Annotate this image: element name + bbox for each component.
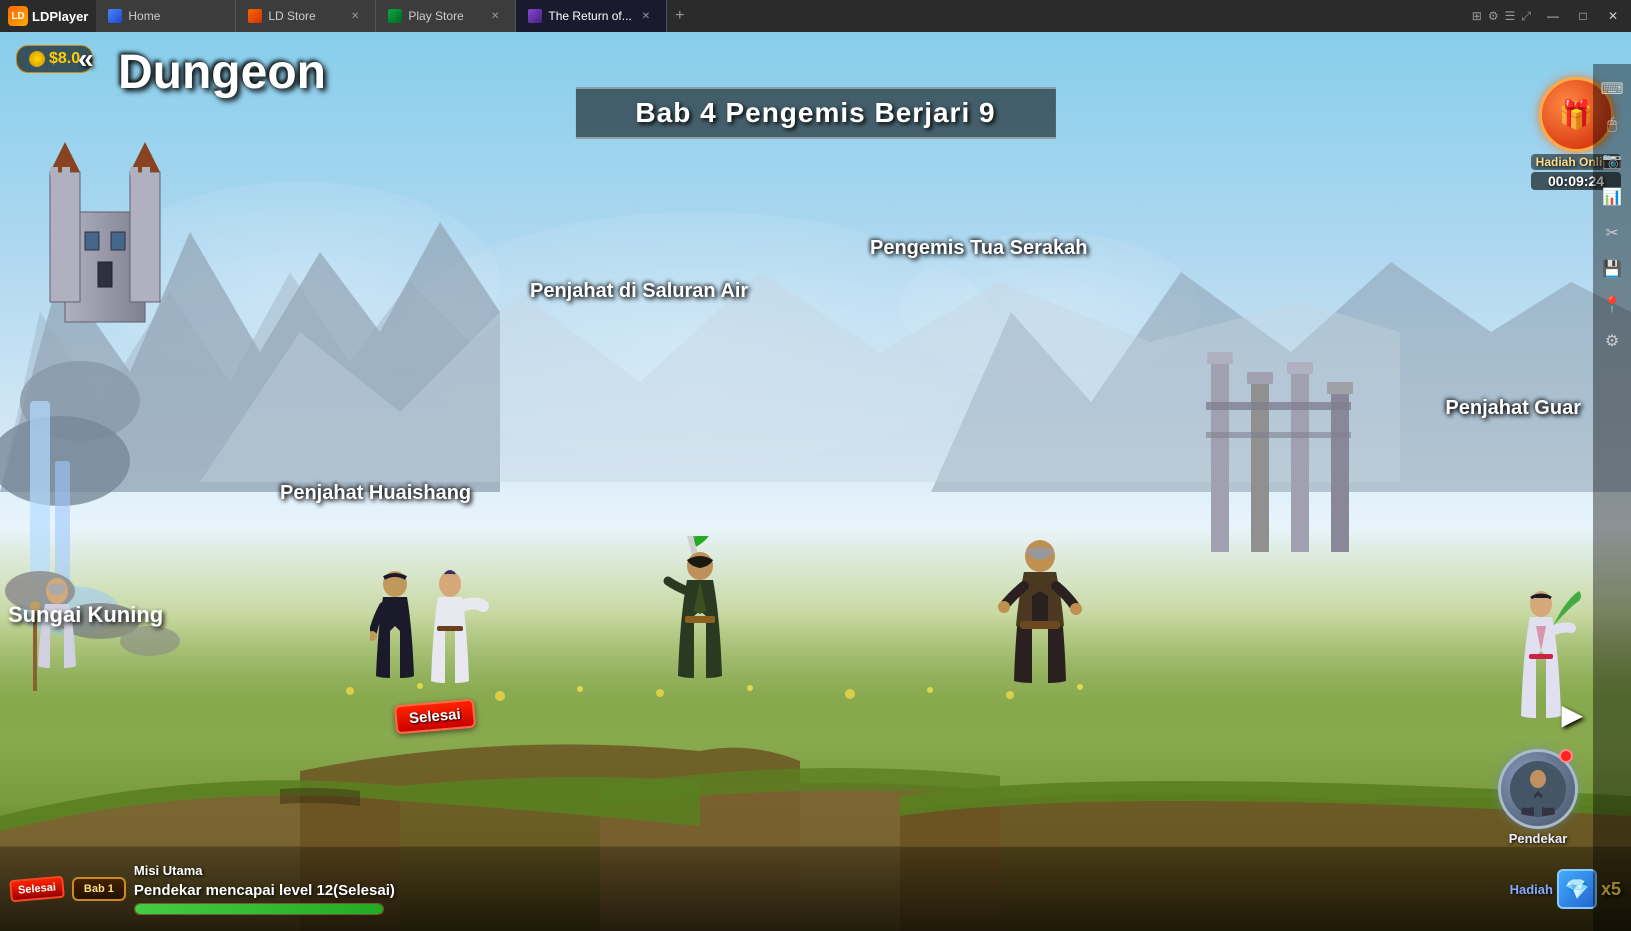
mission-progress-fill <box>135 904 383 914</box>
browser-window: LD LDPlayer Home LD Store ✕ Play Store ✕… <box>0 0 1631 931</box>
minimize-button[interactable]: — <box>1539 5 1567 27</box>
ldplayer-logo[interactable]: LD LDPlayer <box>0 6 96 26</box>
sidebar-icon-chart[interactable]: 📊 <box>1595 180 1629 214</box>
mission-progress-bar <box>134 903 384 915</box>
bab-badge[interactable]: Bab 1 <box>72 877 126 901</box>
tab-bar: Home LD Store ✕ Play Store ✕ The Return … <box>96 0 1463 32</box>
character-villain-saluran <box>650 536 750 711</box>
tab-home-label: Home <box>128 9 160 23</box>
sidebar-icon-mouse[interactable]: 🖱 <box>1595 108 1629 142</box>
new-tab-button[interactable]: + <box>667 0 692 32</box>
tab-game-favicon <box>528 9 542 23</box>
browser-icon-1[interactable]: ⊞ <box>1472 9 1482 23</box>
browser-right-icons: ⊞ ⚙ ☰ ⤢ <box>1464 9 1539 24</box>
ld-logo-icon: LD <box>8 6 28 26</box>
tab-game[interactable]: The Return of... ✕ <box>516 0 667 32</box>
tab-playstore[interactable]: Play Store ✕ <box>376 0 516 32</box>
browser-icon-4[interactable]: ⤢ <box>1521 9 1531 24</box>
character-left-elder <box>30 576 85 701</box>
game-viewport: Selesai <box>0 32 1631 931</box>
ldplayer-label: LDPlayer <box>32 9 88 24</box>
tab-play-label: Play Store <box>408 9 463 23</box>
back-arrow-icon: « <box>78 43 94 75</box>
sidebar-icon-camera[interactable]: 📷 <box>1595 144 1629 178</box>
mission-info: Misi Utama Pendekar mencapai level 12(Se… <box>134 863 1502 915</box>
sidebar-icon-save[interactable]: 💾 <box>1595 252 1629 286</box>
reward-gem-icon: 💎 <box>1557 869 1597 909</box>
sidebar-icon-bar: ⌨ 🖱 📷 📊 ✂ 💾 📍 ⚙ <box>1593 64 1631 931</box>
tab-play-favicon <box>388 9 402 23</box>
bab-label: Bab 1 <box>84 883 114 895</box>
tab-play-close[interactable]: ✕ <box>487 9 503 24</box>
window-controls: — □ ✕ <box>1539 5 1631 27</box>
pendekar-label: Pendekar <box>1493 831 1583 846</box>
back-button[interactable]: « <box>78 43 94 75</box>
browser-icon-2[interactable]: ⚙ <box>1488 9 1499 23</box>
ruins-svg <box>1191 352 1391 572</box>
money-icon <box>29 51 45 67</box>
tab-home-favicon <box>108 9 122 23</box>
browser-icon-3[interactable]: ☰ <box>1505 9 1516 23</box>
sidebar-icon-settings[interactable]: ⚙ <box>1595 324 1629 358</box>
chapter-banner: Bab 4 Pengemis Berjari 9 <box>575 87 1055 139</box>
character-pengemis-tua <box>980 536 1100 711</box>
close-button[interactable]: ✕ <box>1599 5 1627 27</box>
dungeon-title: Dungeon <box>118 45 326 100</box>
tab-store-favicon <box>248 9 262 23</box>
sidebar-icon-location[interactable]: 📍 <box>1595 288 1629 322</box>
browser-chrome: LD LDPlayer Home LD Store ✕ Play Store ✕… <box>0 0 1631 32</box>
money-value: $8.0 <box>49 50 80 68</box>
selesai-small-badge: Selesai <box>9 876 65 903</box>
mission-type: Misi Utama <box>134 863 203 878</box>
hadiah-reward-label: Hadiah <box>1510 882 1553 897</box>
castle-svg <box>40 132 170 332</box>
sidebar-icon-keyboard[interactable]: ⌨ <box>1595 72 1629 106</box>
pendekar-button[interactable]: Pendekar <box>1493 749 1583 846</box>
tab-ldstore[interactable]: LD Store ✕ <box>236 0 376 32</box>
tab-home[interactable]: Home <box>96 0 236 32</box>
nav-arrow-right[interactable]: ▶ <box>1561 698 1583 731</box>
tab-store-label: LD Store <box>268 9 315 23</box>
mission-title-row: Misi Utama <box>134 863 1502 878</box>
castle-area <box>40 132 170 337</box>
tab-game-close[interactable]: ✕ <box>638 9 654 24</box>
mission-description: Pendekar mencapai level 12(Selesai) <box>134 882 1502 899</box>
location-name: Sungai Kuning <box>8 602 163 628</box>
mission-bar: Selesai Bab 1 Misi Utama Pendekar mencap… <box>0 846 1631 931</box>
sidebar-icon-scissors[interactable]: ✂ <box>1595 216 1629 250</box>
tab-store-close[interactable]: ✕ <box>347 9 363 24</box>
maximize-button[interactable]: □ <box>1569 5 1597 27</box>
ruins-structure <box>1191 352 1351 552</box>
tab-game-label: The Return of... <box>548 9 631 23</box>
pendekar-notification-dot <box>1559 749 1573 763</box>
